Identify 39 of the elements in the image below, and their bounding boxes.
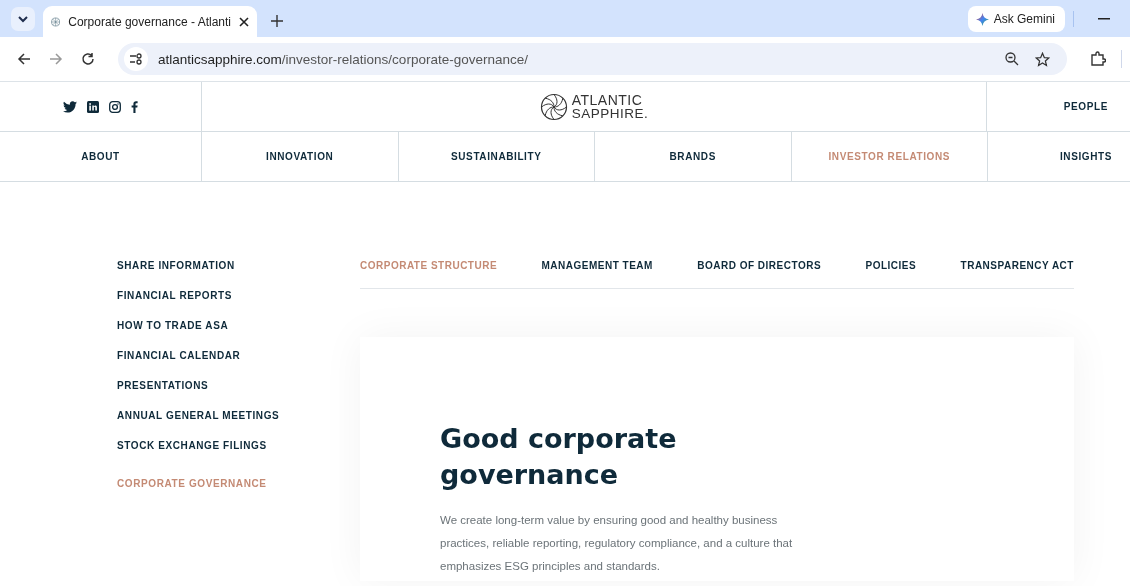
logo-text: SAPPHIRE. [571, 106, 649, 121]
section-tab[interactable]: MANAGEMENT TEAM [541, 260, 653, 271]
sidebar-link[interactable]: PRESENTATIONS [117, 380, 360, 410]
url-text: atlanticsapphire.com/investor-relations/corporate-governance/ [158, 51, 528, 67]
sidebar-link[interactable]: STOCK EXCHANGE FILINGS [117, 440, 360, 470]
sparkle-icon [975, 12, 989, 26]
site-info-icon[interactable] [124, 47, 148, 71]
section-tab[interactable]: POLICIES [865, 260, 917, 271]
minimize-icon[interactable] [1098, 18, 1110, 20]
logo[interactable]: ATLANTIC SAPPHIRE. [539, 92, 649, 121]
browser-tab[interactable]: Corporate governance - Atlanti [43, 6, 257, 37]
logo-text: ATLANTIC [571, 92, 644, 107]
new-tab-icon[interactable] [271, 15, 283, 27]
address-bar[interactable]: atlanticsapphire.com/investor-relations/corporate-governance/ [118, 43, 1067, 75]
facebook-icon[interactable] [131, 100, 138, 113]
caret-icon [17, 13, 29, 25]
linkedin-icon[interactable] [87, 100, 99, 113]
section-tab[interactable]: TRANSPARENCY ACT [960, 260, 1074, 271]
section-tab[interactable]: BOARD OF DIRECTORS [697, 260, 822, 271]
sidebar-link[interactable]: SHARE INFORMATION [117, 260, 360, 290]
ask-gemini-button[interactable]: Ask Gemini [967, 6, 1065, 32]
intro-paragraph: We create long-term value by ensuring good and healthy business practices, reliable reporting, regulatory compliance, and a culture that emphasizes ESG principles and standards. [440, 513, 794, 574]
sidebar-link[interactable]: HOW TO TRADE ASA [117, 320, 360, 350]
tab-title: Corporate governance - Atlanti [68, 14, 231, 29]
nav-link[interactable]: BRANDS [669, 151, 716, 162]
instagram-icon[interactable] [109, 100, 121, 113]
tab-search-button[interactable] [11, 7, 35, 31]
nav-link[interactable]: SUSTAINABILITY [451, 151, 542, 162]
logo-icon [539, 92, 568, 121]
sidebar-link[interactable]: FINANCIAL REPORTS [117, 290, 360, 320]
sidebar-link[interactable]: FINANCIAL CALENDAR [117, 350, 360, 380]
page-heading: Good corporate governance [440, 422, 678, 492]
sidebar-link[interactable]: ANNUAL GENERAL MEETINGS [117, 410, 360, 440]
close-icon[interactable] [239, 16, 249, 27]
twitter-icon[interactable] [63, 100, 77, 113]
nav-link[interactable]: PEOPLE [1063, 101, 1108, 112]
nav-link[interactable]: INSIGHTS [1059, 151, 1112, 162]
nav-link[interactable]: INNOVATION [266, 151, 334, 162]
nav-link[interactable]: ABOUT [81, 151, 120, 162]
